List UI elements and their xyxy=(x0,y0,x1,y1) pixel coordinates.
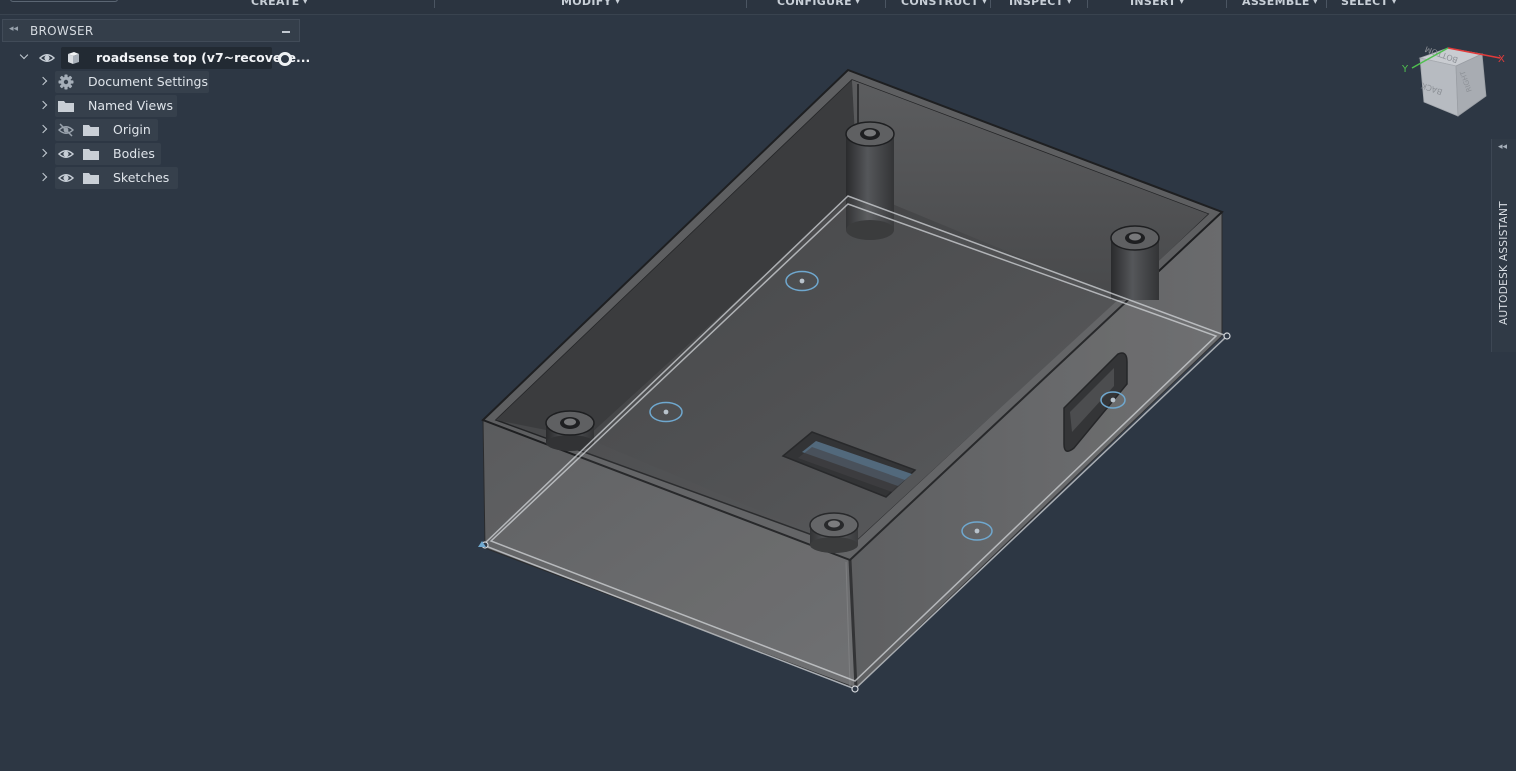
toolbar-select-menu[interactable]: SELECT ▼ xyxy=(1341,0,1397,9)
toolbar-separator xyxy=(1326,0,1327,8)
chevron-right-icon[interactable] xyxy=(38,76,48,88)
browser-item-origin[interactable]: Origin xyxy=(2,119,300,141)
toolbar-assemble-label: ASSEMBLE xyxy=(1242,0,1310,8)
toolbar-create-label: CREATE xyxy=(251,0,300,8)
browser-item-bodies[interactable]: Bodies xyxy=(2,143,300,165)
toolbar-insert-menu[interactable]: INSERT ▼ xyxy=(1130,0,1185,9)
axis-y-label: Y xyxy=(1401,64,1409,75)
toolbar-assemble-menu[interactable]: ASSEMBLE ▼ xyxy=(1242,0,1318,9)
autodesk-assistant-label: AUTODESK ASSISTANT xyxy=(1498,201,1510,325)
eye-icon[interactable] xyxy=(57,146,75,162)
toolbar-separator xyxy=(990,0,991,8)
toolbar-separator xyxy=(885,0,886,8)
folder-icon xyxy=(57,98,75,114)
toolbar-modify-menu[interactable]: MODIFY ▼ xyxy=(561,0,621,9)
autodesk-assistant-panel[interactable]: ◂◂ AUTODESK ASSISTANT xyxy=(1491,139,1516,352)
folder-icon xyxy=(82,170,100,186)
toolbar-modify-label: MODIFY xyxy=(561,0,612,8)
caret-down-icon: ▼ xyxy=(614,0,621,5)
toolbar-separator xyxy=(746,0,747,8)
caret-down-icon: ▼ xyxy=(981,0,988,5)
toolbar-handle[interactable] xyxy=(10,0,118,2)
browser-root-row[interactable]: roadsense top (v7~recovere... xyxy=(2,47,310,69)
chevron-down-icon[interactable] xyxy=(19,52,29,64)
toolbar-create-menu[interactable]: CREATE ▼ xyxy=(251,0,308,9)
collapse-left-icon[interactable]: ◂◂ xyxy=(9,24,18,34)
toolbar-select-label: SELECT xyxy=(1341,0,1389,8)
axis-x-label: X xyxy=(1498,54,1505,65)
browser-item-sketches[interactable]: Sketches xyxy=(2,167,300,189)
expand-icon[interactable]: ◂◂ xyxy=(1498,142,1507,152)
browser-item-document-settings[interactable]: Document Settings xyxy=(2,71,300,93)
origin-label: Origin xyxy=(113,122,151,137)
chevron-right-icon[interactable] xyxy=(38,124,48,136)
browser-header: ◂◂ BROWSER xyxy=(2,19,300,42)
toolbar-separator xyxy=(1226,0,1227,8)
caret-down-icon: ▼ xyxy=(302,0,309,5)
viewcube[interactable]: BOTTOM BACK RIGHT X Y xyxy=(1396,38,1508,120)
toolbar-insert-label: INSERT xyxy=(1130,0,1177,8)
toolbar: CREATE ▼ MODIFY ▼ CONFIGURE ▼ CONSTRUCT ▼ IN… xyxy=(0,0,1516,15)
document-settings-label: Document Settings xyxy=(88,74,209,89)
toolbar-inspect-menu[interactable]: INSPECT ▼ xyxy=(1009,0,1072,9)
eye-hidden-icon[interactable] xyxy=(57,122,75,138)
chevron-right-icon[interactable] xyxy=(38,172,48,184)
bodies-label: Bodies xyxy=(113,146,155,161)
named-views-label: Named Views xyxy=(88,98,173,113)
chevron-right-icon[interactable] xyxy=(38,100,48,112)
model-viewport[interactable] xyxy=(400,40,1300,740)
caret-down-icon: ▼ xyxy=(1391,0,1398,5)
browser-item-named-views[interactable]: Named Views xyxy=(2,95,300,117)
mounting-boss-right[interactable] xyxy=(1110,225,1160,300)
toolbar-separator xyxy=(1087,0,1088,8)
folder-icon xyxy=(82,146,100,162)
toolbar-construct-label: CONSTRUCT xyxy=(901,0,979,8)
sketches-label: Sketches xyxy=(113,170,170,185)
chevron-right-icon[interactable] xyxy=(38,148,48,160)
minimize-icon[interactable] xyxy=(282,31,290,33)
caret-down-icon: ▼ xyxy=(1066,0,1073,5)
gear-icon xyxy=(57,74,75,90)
eye-icon[interactable] xyxy=(38,50,56,66)
eye-icon[interactable] xyxy=(57,170,75,186)
caret-down-icon: ▼ xyxy=(1179,0,1185,5)
component-icon xyxy=(64,50,82,66)
toolbar-inspect-label: INSPECT xyxy=(1009,0,1064,8)
toolbar-configure-menu[interactable]: CONFIGURE ▼ xyxy=(777,0,861,9)
toolbar-construct-menu[interactable]: CONSTRUCT ▼ xyxy=(901,0,987,9)
folder-icon xyxy=(82,122,100,138)
caret-down-icon: ▼ xyxy=(1312,0,1319,5)
activate-radio-icon[interactable] xyxy=(278,52,292,66)
toolbar-separator xyxy=(434,0,435,8)
browser-panel: ◂◂ BROWSER roadsense top (v7~recovere... xyxy=(2,19,310,191)
browser-title: BROWSER xyxy=(30,24,94,38)
caret-down-icon: ▼ xyxy=(854,0,861,5)
toolbar-configure-label: CONFIGURE xyxy=(777,0,852,8)
